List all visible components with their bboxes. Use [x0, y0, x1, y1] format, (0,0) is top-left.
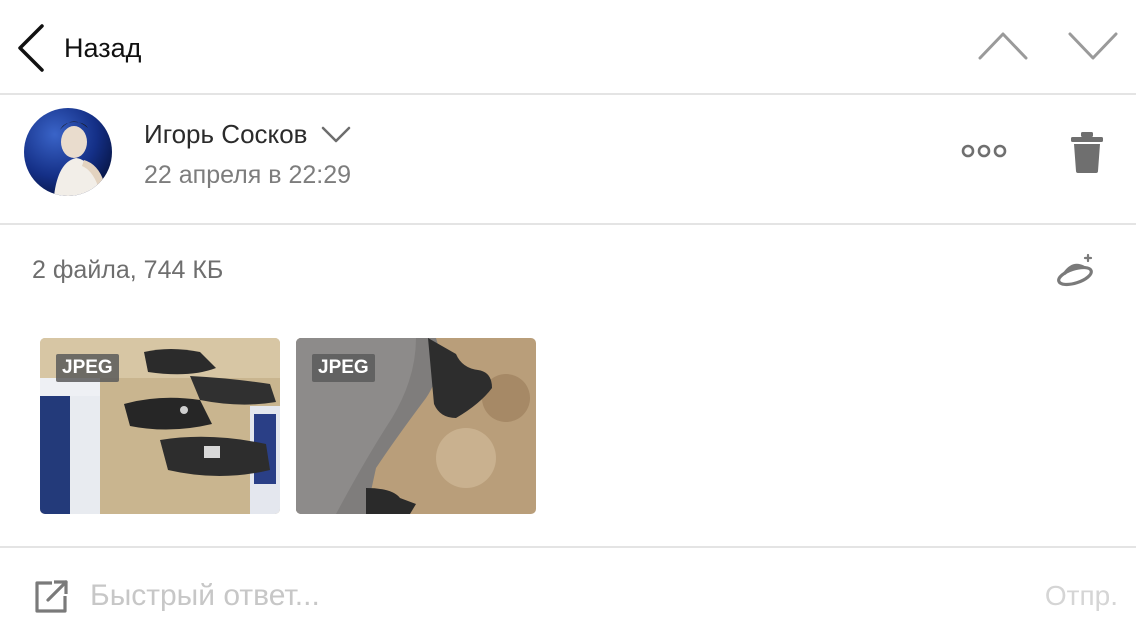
- save-to-cloud-button[interactable]: [1055, 250, 1099, 290]
- top-bar: Назад: [0, 0, 1136, 95]
- attachment-thumbnail-2[interactable]: JPEG: [296, 338, 536, 514]
- sender-name: Игорь Сосков: [144, 119, 308, 149]
- save-to-cloud-icon: [1057, 253, 1093, 287]
- chevron-up-icon: [978, 32, 1028, 60]
- file-type-badge: JPEG: [56, 354, 119, 382]
- more-button[interactable]: [961, 141, 1007, 161]
- compose-icon[interactable]: [32, 578, 70, 616]
- delete-button[interactable]: [1070, 131, 1104, 173]
- sender-name-button[interactable]: Игорь Сосков: [144, 119, 351, 150]
- avatar-image: [24, 108, 112, 196]
- chevron-left-icon: [18, 24, 44, 72]
- attachments-summary: 2 файла, 744 КБ: [32, 256, 224, 284]
- file-type-badge: JPEG: [312, 354, 375, 382]
- previous-message-button[interactable]: [977, 28, 1029, 64]
- send-button[interactable]: Отпр.: [1045, 580, 1118, 612]
- chevron-down-icon: [1068, 32, 1118, 60]
- quick-reply-bar: Отпр.: [0, 546, 1136, 640]
- message-date: 22 апреля в 22:29: [144, 161, 352, 189]
- chevron-down-icon: [322, 126, 351, 142]
- attachment-thumbnail-1[interactable]: JPEG: [40, 338, 280, 514]
- quick-reply-input[interactable]: [88, 572, 992, 620]
- avatar[interactable]: [24, 108, 112, 196]
- more-icon: [961, 144, 1007, 158]
- back-button[interactable]: Назад: [14, 22, 141, 74]
- back-label: Назад: [64, 32, 142, 63]
- trash-icon: [1071, 132, 1103, 173]
- next-message-button[interactable]: [1067, 28, 1119, 64]
- message-header: Игорь Сосков 22 апреля в 22:29: [0, 95, 1136, 225]
